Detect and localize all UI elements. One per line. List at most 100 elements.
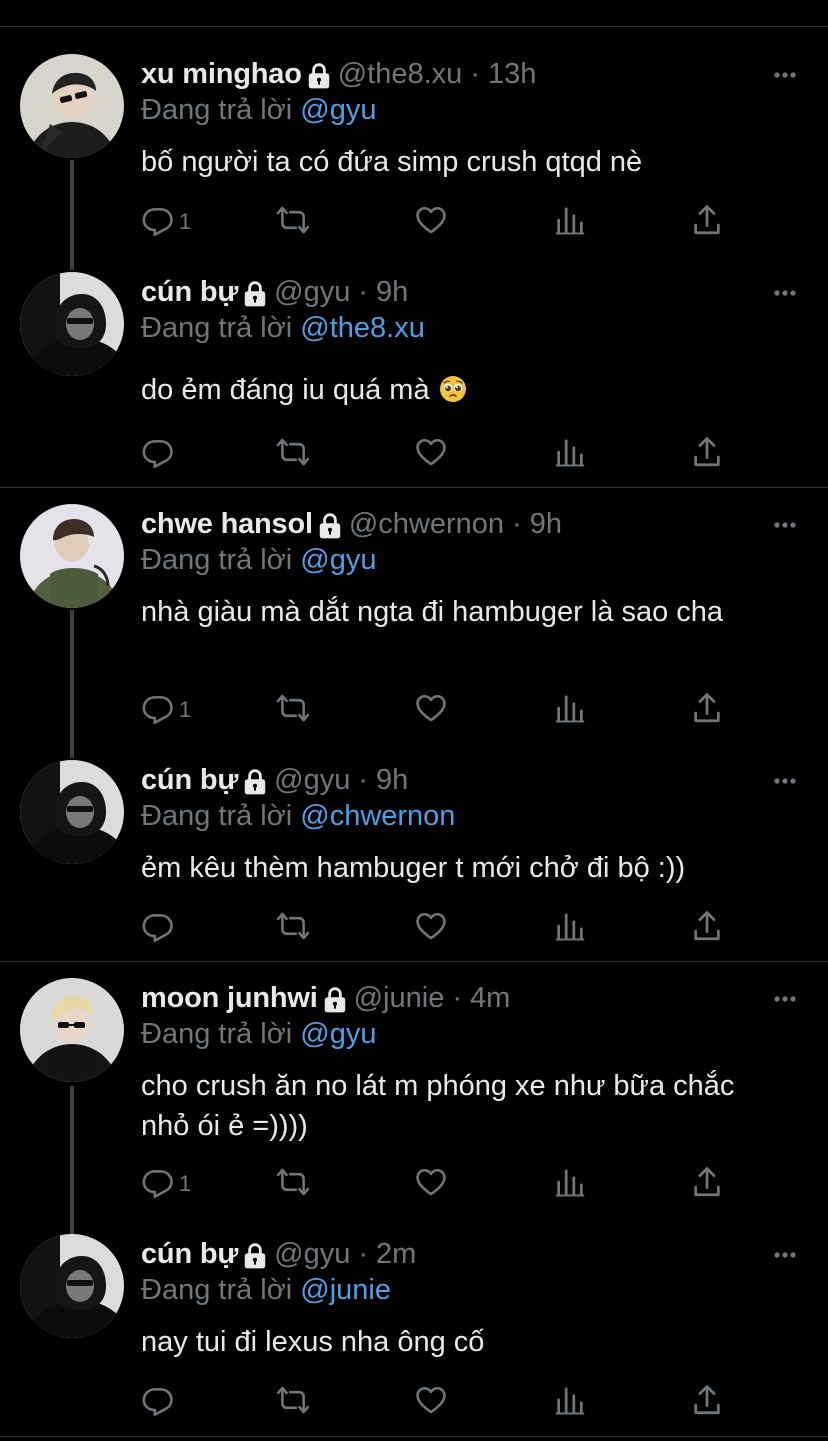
like-icon [414, 1165, 448, 1204]
mention-link[interactable]: @gyu [300, 544, 376, 576]
tweet-text: do ẻm đáng iu quá mà [141, 370, 801, 410]
more-icon[interactable] [772, 512, 798, 538]
tweet-text: ẻm kêu thèm hambuger t mới chở đi bộ :)) [141, 852, 686, 884]
retweet-button[interactable] [276, 1166, 310, 1202]
like-button[interactable] [414, 436, 448, 472]
display-name[interactable]: cún bự [141, 1234, 238, 1274]
handle[interactable]: @gyu [274, 760, 350, 800]
separator: · [358, 764, 369, 796]
mention-link[interactable]: @gyu [300, 1018, 376, 1050]
avatar[interactable] [20, 1234, 124, 1338]
share-icon [690, 203, 724, 242]
more-icon[interactable] [772, 986, 798, 1012]
timestamp[interactable]: 9h [376, 760, 408, 800]
timestamp[interactable]: 9h [376, 272, 408, 312]
mention-link[interactable]: @junie [300, 1274, 391, 1306]
reply-button[interactable]: 1 [141, 692, 191, 728]
reply-button[interactable]: 1 [141, 1166, 191, 1202]
views-icon [553, 1165, 587, 1204]
reply-context: Đang trả lời @gyu [141, 544, 377, 576]
avatar[interactable] [20, 978, 124, 1082]
more-icon[interactable] [772, 280, 798, 306]
like-icon [414, 203, 448, 242]
reply-icon [141, 1383, 175, 1422]
divider [0, 961, 828, 962]
like-button[interactable] [414, 910, 448, 946]
views-icon [553, 1383, 587, 1422]
separator: · [512, 508, 522, 540]
retweet-icon [276, 1165, 310, 1204]
views-button[interactable] [553, 1166, 587, 1202]
more-icon[interactable] [772, 62, 798, 88]
timestamp[interactable]: 13h [488, 54, 536, 94]
retweet-button[interactable] [276, 692, 310, 728]
avatar[interactable] [20, 504, 124, 608]
reply-thread-feed: xu minghao @the8.xu · 13h Đang trả lời @… [0, 0, 828, 1441]
display-name[interactable]: cún bự [141, 272, 238, 312]
share-button[interactable] [690, 910, 724, 946]
views-button[interactable] [553, 692, 587, 728]
retweet-icon [276, 691, 310, 730]
share-button[interactable] [690, 692, 724, 728]
like-button[interactable] [414, 692, 448, 728]
display-name[interactable]: moon junhwi [141, 978, 318, 1018]
avatar[interactable] [20, 760, 124, 864]
like-icon [414, 909, 448, 948]
avatar[interactable] [20, 272, 124, 376]
like-icon [414, 1383, 448, 1422]
share-icon [690, 909, 724, 948]
like-button[interactable] [414, 1384, 448, 1420]
views-icon [553, 691, 587, 730]
retweet-button[interactable] [276, 436, 310, 472]
avatar[interactable] [20, 54, 124, 158]
action-bar [141, 1384, 741, 1420]
divider [0, 1436, 828, 1437]
retweet-button[interactable] [276, 910, 310, 946]
share-button[interactable] [690, 1384, 724, 1420]
views-button[interactable] [553, 436, 587, 472]
like-button[interactable] [414, 204, 448, 240]
thread-line [70, 1086, 74, 1234]
reply-context: Đang trả lời @chwernon [141, 800, 456, 832]
reply-button[interactable]: 1 [141, 204, 191, 240]
mention-link[interactable]: @the8.xu [300, 312, 425, 344]
display-name[interactable]: cún bự [141, 760, 238, 800]
timestamp[interactable]: 9h [530, 504, 562, 544]
retweet-button[interactable] [276, 204, 310, 240]
handle[interactable]: @gyu [274, 1234, 350, 1274]
handle[interactable]: @chwernon [349, 504, 504, 544]
views-button[interactable] [553, 910, 587, 946]
tweet-text: nhà giàu mà dắt ngta đi hambuger là sao … [141, 596, 724, 628]
views-button[interactable] [553, 204, 587, 240]
more-icon[interactable] [772, 1242, 798, 1268]
timestamp[interactable]: 2m [376, 1234, 416, 1274]
handle[interactable]: @the8.xu [338, 54, 463, 94]
share-button[interactable] [690, 1166, 724, 1202]
reply-count: 1 [179, 1171, 192, 1196]
display-name[interactable]: xu minghao [141, 54, 302, 94]
mention-link[interactable]: @chwernon [300, 800, 455, 832]
tweet-text: bố người ta có đứa simp crush qtqd nè [141, 146, 643, 178]
lock-icon [242, 1241, 268, 1269]
mention-link[interactable]: @gyu [300, 94, 376, 126]
share-button[interactable] [690, 204, 724, 240]
views-button[interactable] [553, 1384, 587, 1420]
reply-icon [141, 435, 175, 474]
handle[interactable]: @junie [354, 978, 445, 1018]
share-button[interactable] [690, 436, 724, 472]
retweet-icon [276, 203, 310, 242]
reply-button[interactable] [141, 1384, 179, 1420]
like-button[interactable] [414, 1166, 448, 1202]
reply-button[interactable] [141, 910, 179, 946]
more-icon[interactable] [772, 768, 798, 794]
display-name[interactable]: chwe hansol [141, 504, 313, 544]
thread-line [70, 610, 74, 758]
handle[interactable]: @gyu [274, 272, 350, 312]
pleading-face-emoji [438, 374, 468, 404]
retweet-button[interactable] [276, 1384, 310, 1420]
action-bar [141, 436, 741, 472]
action-bar: 1 [141, 1166, 741, 1202]
reply-icon [141, 203, 175, 242]
reply-button[interactable] [141, 436, 179, 472]
timestamp[interactable]: 4m [470, 978, 510, 1018]
